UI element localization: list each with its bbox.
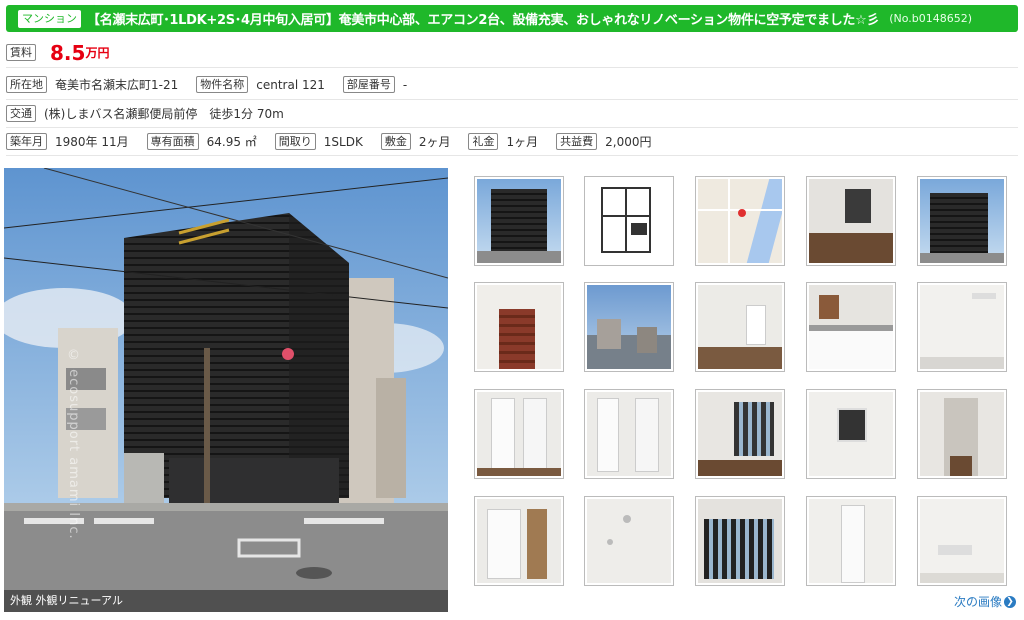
rent-label: 賃料	[6, 44, 36, 61]
area-value: 64.95 ㎡	[206, 135, 257, 149]
rent-value: 8.5	[50, 40, 86, 65]
thumbnail-floor-plan[interactable]	[584, 176, 674, 266]
next-image-label[interactable]: 次の画像	[954, 593, 1002, 610]
room-number-value: -	[402, 77, 408, 92]
location-row: 所在地 奄美市名瀬末広町1-21 物件名称 central 121 部屋番号 -	[6, 70, 1018, 100]
rent-unit: 万円	[85, 46, 110, 60]
thumbnail-closet[interactable]	[474, 389, 564, 479]
details-row: 築年月 1980年 11月 専有面積 64.95 ㎡ 間取り 1SLDK 敷金 …	[6, 128, 1018, 156]
thumbnail-view[interactable]	[584, 282, 674, 372]
listing-title: 【名瀬末広町･1LDK+2S･4月中旬入居可】奄美市中心部、エアコン2台、設備充…	[87, 13, 880, 28]
thumbnail-living-room[interactable]	[806, 176, 896, 266]
next-image-link[interactable]: 次の画像 ❯	[954, 593, 1016, 610]
area-label: 専有面積	[146, 133, 199, 150]
address-label: 所在地	[6, 76, 47, 93]
main-photo[interactable]: © ecosupport amami Inc. 外観 外観リニューアル	[4, 168, 448, 612]
thumbnail-map[interactable]	[695, 176, 785, 266]
thumbnail-window-room-2[interactable]	[806, 389, 896, 479]
thumbnail-door[interactable]	[806, 496, 896, 586]
listing-number: (No.b0148652)	[889, 12, 973, 25]
room-number-label: 部屋番号	[342, 76, 395, 93]
address-value: 奄美市名瀬末広町1-21	[55, 78, 179, 92]
layout-label: 間取り	[274, 133, 316, 150]
common-fee-value: 2,000円	[605, 135, 652, 149]
thumbnail-closet-2[interactable]	[584, 389, 674, 479]
chevron-right-icon: ❯	[1004, 595, 1016, 608]
thumbnail-hallway[interactable]	[917, 389, 1007, 479]
thumbnail-ceiling[interactable]	[584, 496, 674, 586]
transport-value: (株)しまバス名瀬郵便局前停 徒歩1分 70m	[44, 107, 284, 121]
built-date-label: 築年月	[6, 133, 47, 150]
property-name-label: 物件名称	[196, 76, 249, 93]
thumbnail-window-room[interactable]	[695, 389, 785, 479]
thumbnail-stairs[interactable]	[474, 282, 564, 372]
key-money-label: 礼金	[468, 133, 499, 150]
thumbnail-window-room-3[interactable]	[695, 496, 785, 586]
thumbnail-closet-3[interactable]	[474, 496, 564, 586]
property-type-badge: マンション	[18, 9, 81, 28]
photo-watermark: © ecosupport amami Inc.	[66, 348, 81, 540]
built-date-value: 1980年 11月	[55, 135, 129, 149]
common-fee-label: 共益費	[556, 133, 598, 150]
listing-title-bar: マンション 【名瀬末広町･1LDK+2S･4月中旬入居可】奄美市中心部、エアコン…	[6, 5, 1018, 32]
transport-row: 交通 (株)しまバス名瀬郵便局前停 徒歩1分 70m	[6, 100, 1018, 128]
thumbnail-exterior-2[interactable]	[917, 176, 1007, 266]
thumbnail-room[interactable]	[917, 282, 1007, 372]
transport-label: 交通	[6, 105, 36, 122]
deposit-value: 2ヶ月	[418, 135, 451, 149]
rent-row: 賃料 8.5 万円	[6, 38, 1018, 68]
thumbnail-kitchen[interactable]	[806, 282, 896, 372]
layout-value: 1SLDK	[323, 134, 363, 149]
thumbnail-living-room-2[interactable]	[695, 282, 785, 372]
photo-caption: 外観 外観リニューアル	[4, 590, 448, 612]
deposit-label: 敷金	[380, 133, 411, 150]
key-money-value: 1ヶ月	[506, 135, 539, 149]
thumbnail-room-2[interactable]	[917, 496, 1007, 586]
property-name-value: central 121	[256, 77, 325, 92]
thumbnail-exterior[interactable]	[474, 176, 564, 266]
